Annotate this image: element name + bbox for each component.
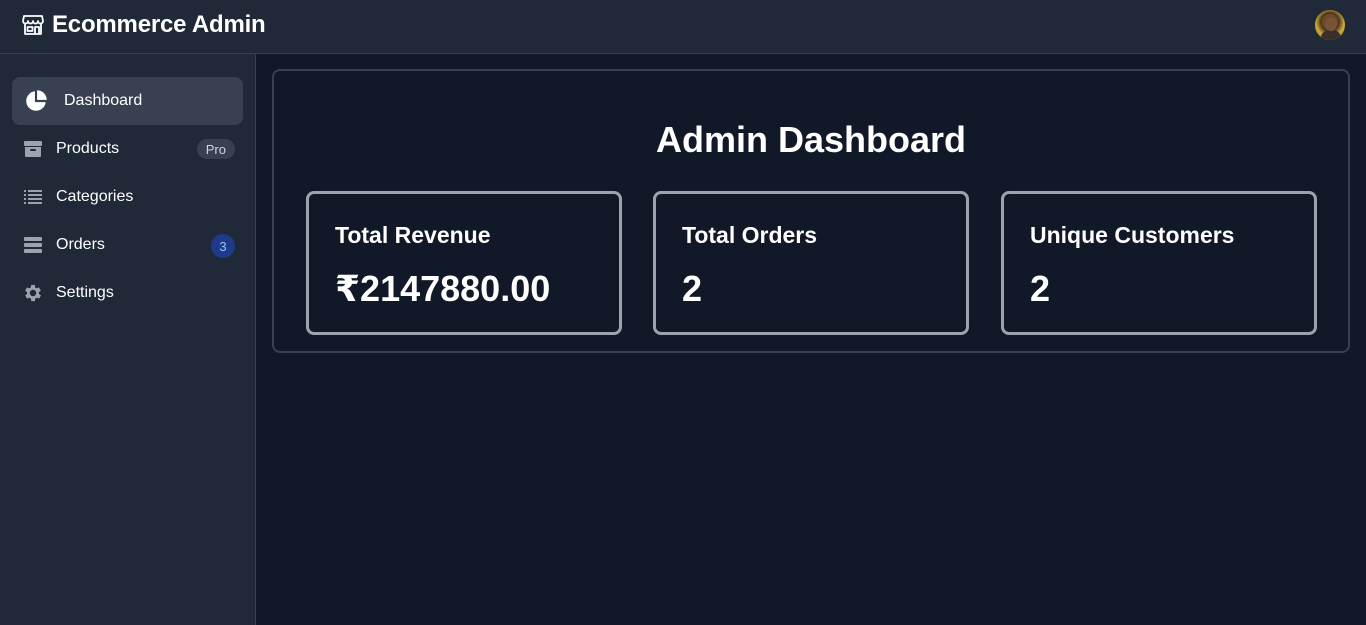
sidebar-item-products[interactable]: Products Pro xyxy=(12,125,243,173)
sidebar-item-label: Settings xyxy=(56,284,114,301)
orders-count-badge: 3 xyxy=(211,234,235,258)
app-title: Ecommerce Admin xyxy=(52,11,266,38)
stat-card-value: 2 xyxy=(1030,268,1051,309)
brand-link[interactable]: Ecommerce Admin xyxy=(20,10,266,40)
sidebar-item-label: Products xyxy=(56,140,120,157)
sidebar-item-settings[interactable]: Settings xyxy=(12,269,243,317)
stat-card-value: 2 xyxy=(682,268,703,309)
sidebar-nav: Dashboard Products Pro Categories Orders… xyxy=(12,77,243,317)
store-icon xyxy=(20,12,46,38)
gear-icon xyxy=(22,282,44,304)
sidebar-item-label: Categories xyxy=(56,188,134,205)
stat-card-label: Total Orders xyxy=(682,222,818,248)
top-navbar: Ecommerce Admin xyxy=(0,0,1366,54)
stat-card-value: ₹2147880.00 xyxy=(335,268,551,309)
pro-badge: Pro xyxy=(196,139,235,159)
stat-card-label: Unique Customers xyxy=(1030,222,1235,248)
avatar-body-shape xyxy=(1321,30,1341,40)
list-icon xyxy=(22,186,44,208)
sidebar-item-orders[interactable]: Orders 3 xyxy=(12,221,243,269)
table-rows-icon xyxy=(22,234,44,256)
sidebar-item-categories[interactable]: Categories xyxy=(12,173,243,221)
archive-box-icon xyxy=(22,138,44,160)
stat-card-label: Total Revenue xyxy=(335,222,491,248)
stat-card-customers: Unique Customers 2 xyxy=(1001,191,1317,335)
stat-card-orders: Total Orders 2 xyxy=(653,191,969,335)
sidebar-item-label: Orders xyxy=(56,236,105,253)
dashboard-panel: Admin Dashboard Total Revenue ₹2147880.0… xyxy=(272,69,1350,353)
stat-card-revenue: Total Revenue ₹2147880.00 xyxy=(306,191,622,335)
sidebar-item-dashboard[interactable]: Dashboard xyxy=(12,77,243,125)
user-avatar[interactable] xyxy=(1314,9,1346,41)
sidebar-item-label: Dashboard xyxy=(64,92,143,109)
pie-chart-icon xyxy=(22,87,50,115)
page-title: Admin Dashboard xyxy=(655,119,967,160)
avatar-face-shape xyxy=(1325,17,1337,31)
sidebar: Dashboard Products Pro Categories Orders… xyxy=(0,54,256,625)
